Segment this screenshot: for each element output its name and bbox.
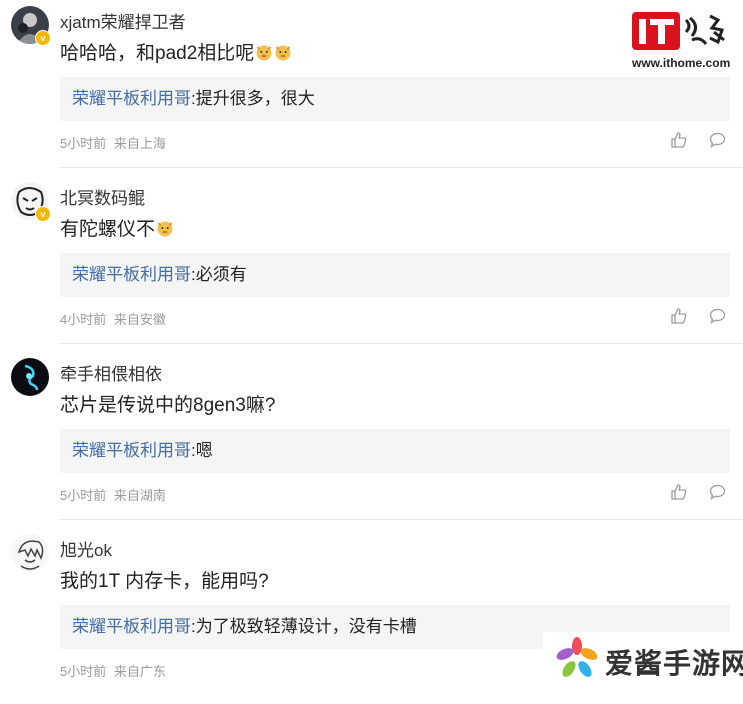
username[interactable]: xjatm荣耀捍卫者 xyxy=(60,8,186,33)
username[interactable]: 牵手相偎相依 xyxy=(60,360,162,385)
reply-username[interactable]: 荣耀平板利用哥 xyxy=(72,617,191,636)
watermark-text: 爱酱手游网 xyxy=(605,648,743,679)
comment-time: 5小时前 xyxy=(60,136,107,151)
thumbs-up-icon[interactable] xyxy=(670,307,688,325)
reply-box: 荣耀平板利用哥:提升很多，很大 xyxy=(60,77,730,121)
comment-content: 有陀螺仪不 xyxy=(60,214,174,241)
reply-text: :提升很多，很大 xyxy=(191,89,315,108)
pinwheel-logo-icon xyxy=(556,637,598,677)
verified-badge-icon: v xyxy=(35,30,51,46)
doge-emoji-icon xyxy=(157,221,173,237)
reply-text: :必须有 xyxy=(191,265,247,284)
comment-location: 来自上海 xyxy=(113,136,166,151)
reply-username[interactable]: 荣耀平板利用哥 xyxy=(72,89,191,108)
username[interactable]: 北冥数码鲲 xyxy=(60,184,145,209)
avatar[interactable] xyxy=(11,358,49,396)
doge-emoji-icon xyxy=(256,45,272,61)
username[interactable]: 旭光ok xyxy=(60,536,112,561)
comment-text: 芯片是传说中的8gen3嘛? xyxy=(60,395,276,416)
comment-text: 我的1T 内存卡，能用吗? xyxy=(60,571,269,592)
comment-meta: 5小时前 来自广东 xyxy=(60,661,166,680)
comment-item: v xjatm荣耀捍卫者 哈哈哈，和pad2相比呢 荣耀平板利用哥:提升很多，很… xyxy=(0,0,743,176)
divider xyxy=(60,519,743,520)
comment-meta: 4小时前 来自安徽 xyxy=(60,309,166,328)
reply-text: :嗯 xyxy=(191,441,213,460)
reply-username[interactable]: 荣耀平板利用哥 xyxy=(72,265,191,284)
comment-content: 我的1T 内存卡，能用吗? xyxy=(60,566,269,593)
thumbs-up-icon[interactable] xyxy=(670,131,688,149)
comment-meta: 5小时前 来自上海 xyxy=(60,133,166,152)
reply-text: :为了极致轻薄设计，没有卡槽 xyxy=(191,617,417,636)
reply-bubble-icon[interactable] xyxy=(709,484,726,500)
comment-time: 5小时前 xyxy=(60,664,107,679)
divider xyxy=(60,167,743,168)
reply-bubble-icon[interactable] xyxy=(709,132,726,148)
watermark: 爱酱手游网 xyxy=(543,632,743,682)
comment-item: v 北冥数码鲲 有陀螺仪不 荣耀平板利用哥:必须有 4小时前 来自安徽 xyxy=(0,176,743,352)
reply-box: 荣耀平板利用哥:嗯 xyxy=(60,429,730,473)
comment-content: 芯片是传说中的8gen3嘛? xyxy=(60,390,275,417)
thumbs-up-icon[interactable] xyxy=(670,483,688,501)
comment-text: 有陀螺仪不 xyxy=(60,219,156,240)
comment-location: 来自安徽 xyxy=(113,312,166,327)
comment-location: 来自湖南 xyxy=(113,488,166,503)
avatar[interactable] xyxy=(11,534,49,572)
comment-content: 哈哈哈，和pad2相比呢 xyxy=(60,38,292,65)
divider xyxy=(60,343,743,344)
comment-meta: 5小时前 来自湖南 xyxy=(60,485,166,504)
comment-item: 牵手相偎相依 芯片是传说中的8gen3嘛? 荣耀平板利用哥:嗯 5小时前 来自湖… xyxy=(0,352,743,528)
comment-text: 哈哈哈，和pad2相比呢 xyxy=(60,43,255,64)
reply-username[interactable]: 荣耀平板利用哥 xyxy=(72,441,191,460)
doge-emoji-icon xyxy=(275,45,291,61)
comment-time: 4小时前 xyxy=(60,312,107,327)
comment-location: 来自广东 xyxy=(113,664,166,679)
reply-bubble-icon[interactable] xyxy=(709,308,726,324)
comment-time: 5小时前 xyxy=(60,488,107,503)
verified-badge-icon: v xyxy=(35,206,51,222)
reply-box: 荣耀平板利用哥:必须有 xyxy=(60,253,730,297)
